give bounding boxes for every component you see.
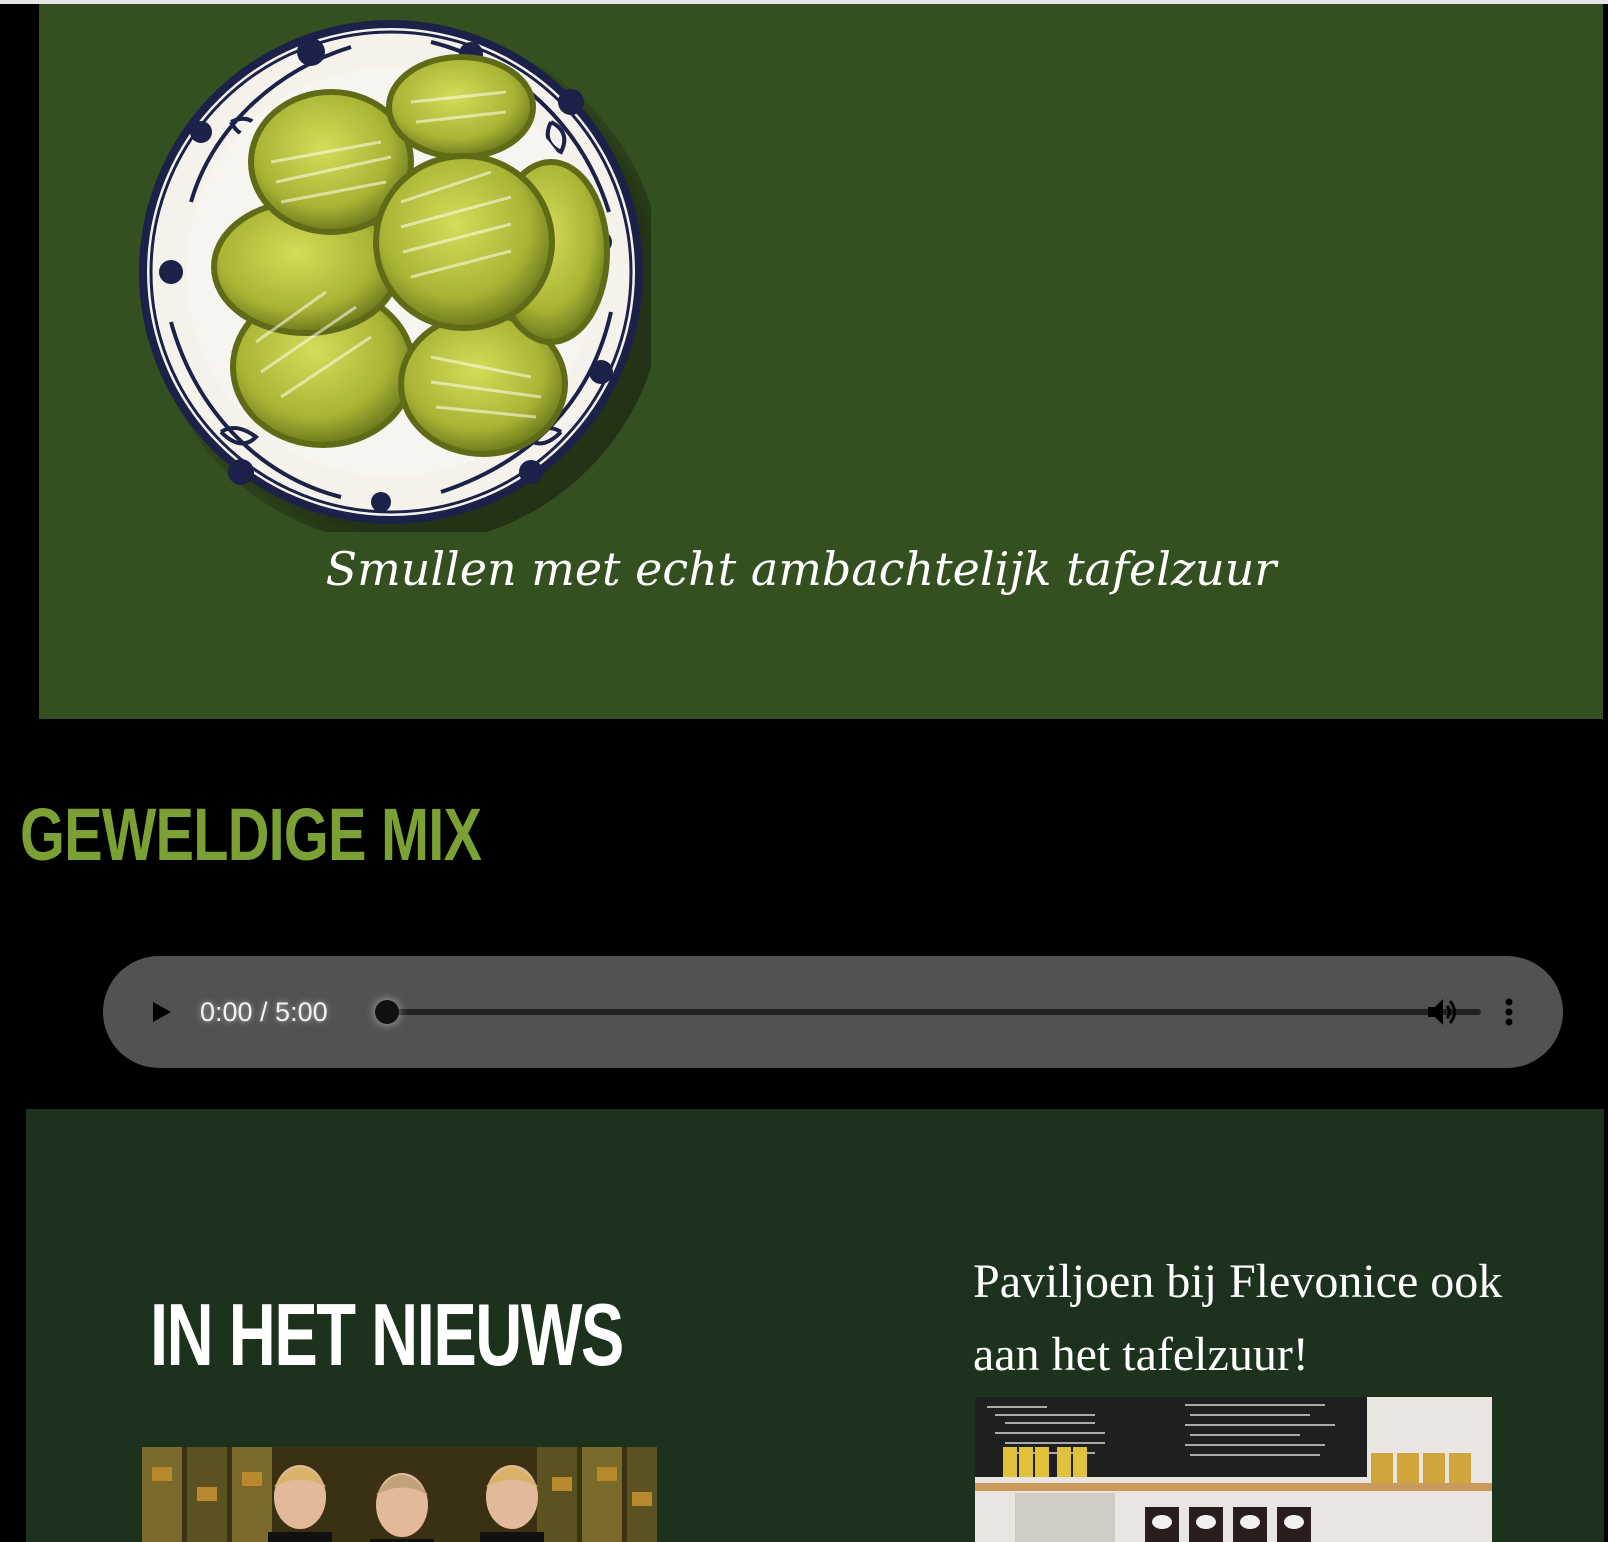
hero-banner: Smullen met echt ambachtelijk tafelzuur: [39, 4, 1603, 719]
news-article-title[interactable]: Paviljoen bij Flevonice ook aan het tafe…: [973, 1245, 1573, 1391]
play-icon[interactable]: [149, 1000, 173, 1024]
more-options-icon[interactable]: [1499, 994, 1519, 1030]
section-title-mix: GEWELDIGE MIX: [20, 793, 482, 876]
news-photo-men[interactable]: [142, 1447, 657, 1542]
audio-seek-track[interactable]: [383, 1009, 1481, 1015]
audio-player: 0:00 / 5:00: [103, 956, 1563, 1068]
volume-icon[interactable]: [1425, 994, 1461, 1030]
section-title-news: IN HET NIEUWS: [150, 1285, 624, 1384]
pickle-plate-image: [139, 20, 651, 532]
audio-time-readout: 0:00 / 5:00: [200, 997, 328, 1027]
hero-tagline: Smullen met echt ambachtelijk tafelzuur: [325, 542, 1277, 596]
news-section: IN HET NIEUWS Paviljoen bij Flevonice oo…: [26, 1109, 1604, 1542]
audio-seek-thumb[interactable]: [375, 1000, 399, 1024]
news-photo-pavilion[interactable]: [975, 1397, 1492, 1542]
